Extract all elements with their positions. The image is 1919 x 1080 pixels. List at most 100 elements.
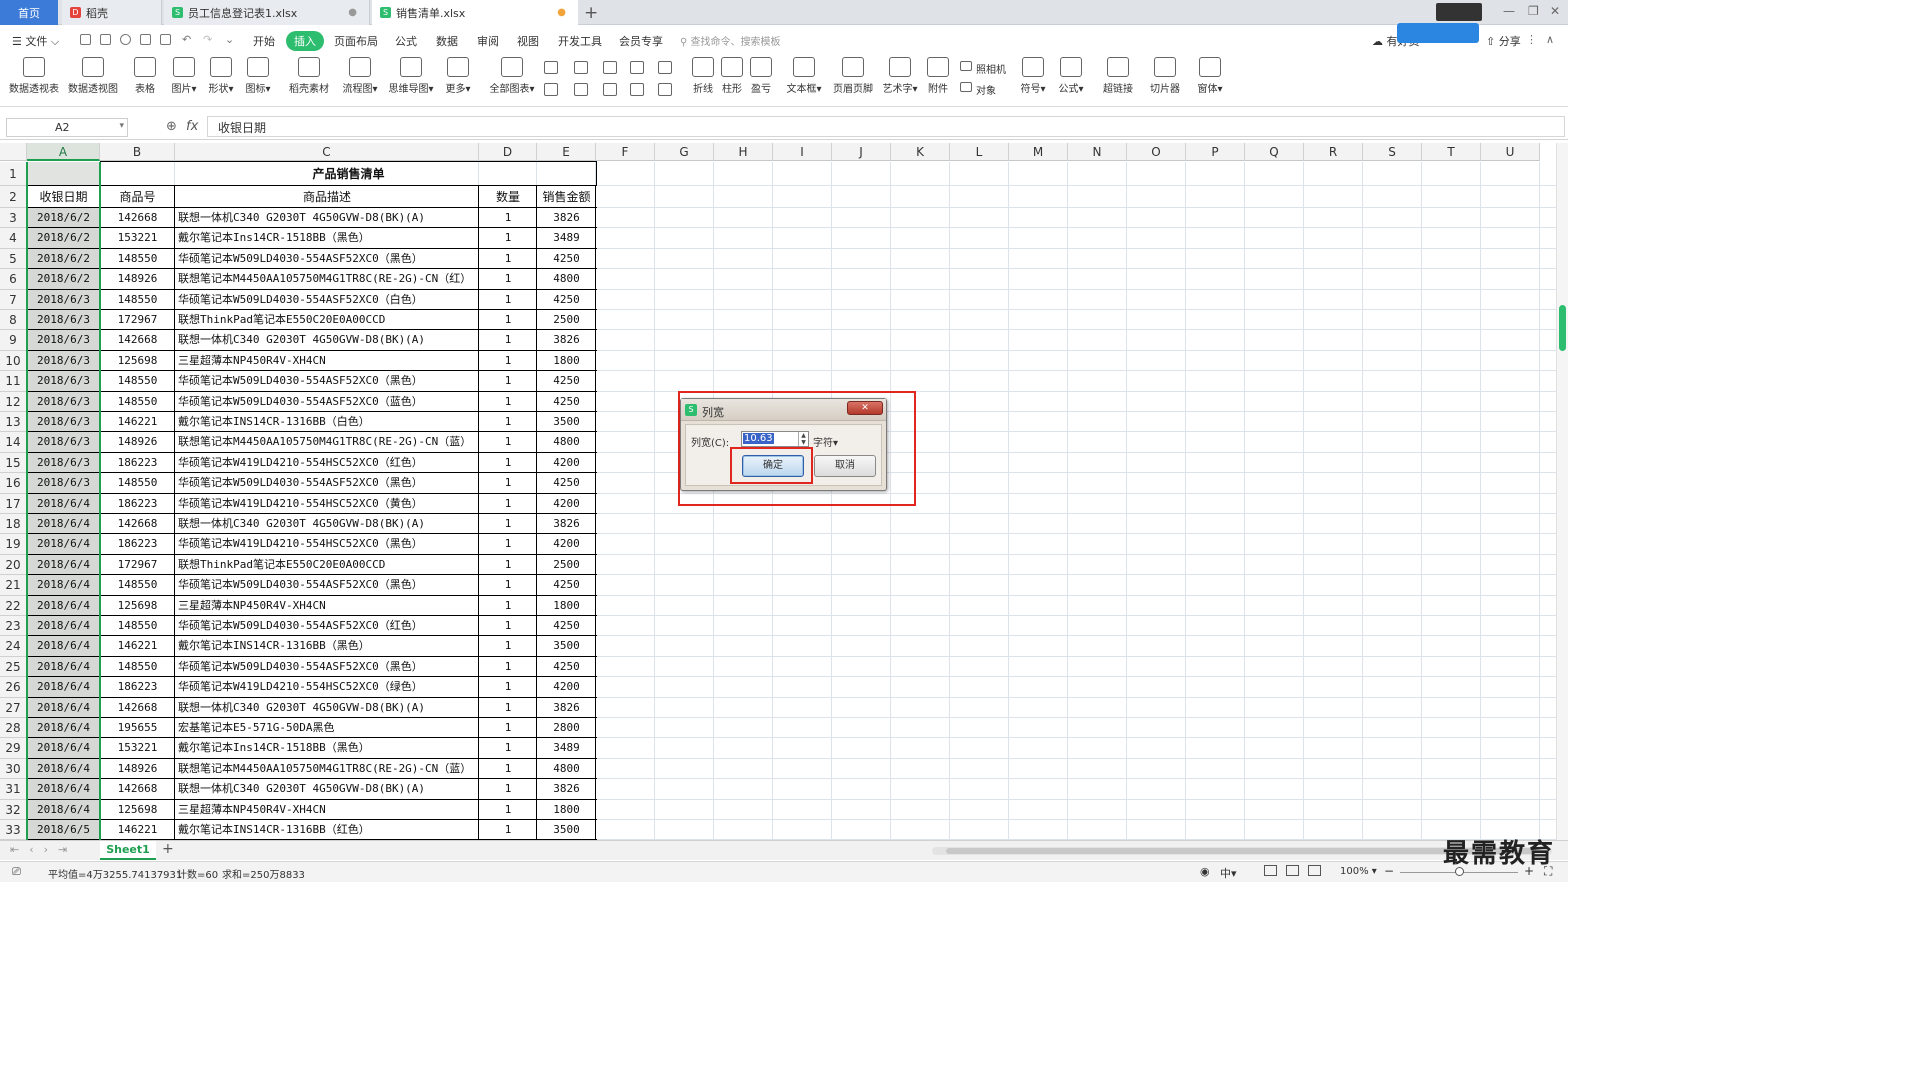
- table-cell[interactable]: 华硕笔记本W419LD4210-554HSC52XC0（黑色）: [175, 534, 479, 555]
- restore-icon[interactable]: ❐: [1528, 4, 1539, 18]
- cancel-button[interactable]: 取消: [814, 455, 876, 477]
- close-window-icon[interactable]: ✕: [1550, 4, 1560, 18]
- table-cell[interactable]: 1: [479, 799, 537, 820]
- table-cell[interactable]: 148550: [100, 575, 175, 596]
- formula-input[interactable]: 收银日期: [207, 116, 1565, 137]
- table-cell[interactable]: 三星超薄本NP450R4V-XH4CN: [175, 350, 479, 371]
- table-cell[interactable]: 142668: [100, 208, 175, 228]
- command-search[interactable]: ⚲ 查找命令、搜索模板: [680, 33, 781, 48]
- table-cell[interactable]: 1: [479, 534, 537, 555]
- table-cell[interactable]: 148550: [100, 391, 175, 412]
- tab-employee-file[interactable]: S 员工信息登记表1.xlsx ●: [164, 0, 370, 25]
- table-cell[interactable]: 148550: [100, 371, 175, 392]
- table-cell[interactable]: 172967: [100, 310, 175, 330]
- menu-start[interactable]: 开始: [253, 33, 275, 49]
- ribbon-pivot-chart[interactable]: 数据透视图: [65, 57, 121, 95]
- column-header-B[interactable]: B: [100, 143, 175, 161]
- table-cell[interactable]: 华硕笔记本W509LD4030-554ASF52XC0（蓝色）: [175, 391, 479, 412]
- table-cell[interactable]: 2800: [537, 718, 596, 738]
- save-icon[interactable]: [100, 34, 111, 45]
- table-cell[interactable]: 148550: [100, 616, 175, 636]
- column-header-I[interactable]: I: [773, 143, 832, 161]
- table-cell[interactable]: 1800: [537, 350, 596, 371]
- table-cell[interactable]: 1: [479, 738, 537, 759]
- table-cell[interactable]: 4800: [537, 758, 596, 779]
- ribbon-flowchart[interactable]: 流程图▾: [332, 57, 388, 95]
- ribbon-all-charts[interactable]: 全部图表▾: [484, 57, 540, 95]
- table-cell[interactable]: 153221: [100, 738, 175, 759]
- table-header[interactable]: 商品描述: [175, 186, 479, 208]
- table-cell[interactable]: 2500: [537, 554, 596, 575]
- table-cell[interactable]: 3500: [537, 636, 596, 657]
- table-cell[interactable]: 1800: [537, 595, 596, 616]
- table-cell[interactable]: 3489: [537, 738, 596, 759]
- row-header-10[interactable]: 10: [0, 350, 27, 372]
- menu-insert[interactable]: 插入: [286, 31, 324, 51]
- row-header-24[interactable]: 24: [0, 636, 27, 657]
- table-cell[interactable]: 联想笔记本M4450AA105750M4G1TR8C(RE-2G)-CN（蓝）: [175, 758, 479, 779]
- table-cell[interactable]: 戴尔笔记本Ins14CR-1518BB（黑色）: [175, 738, 479, 759]
- table-cell[interactable]: 3826: [537, 779, 596, 800]
- row-header-13[interactable]: 13: [0, 412, 27, 433]
- table-cell[interactable]: 1: [479, 677, 537, 698]
- zoom-level[interactable]: 100% ▾: [1340, 866, 1377, 877]
- menu-developer[interactable]: 开发工具: [558, 33, 602, 49]
- table-cell[interactable]: 1: [479, 554, 537, 575]
- table-cell[interactable]: 148926: [100, 432, 175, 453]
- table-header[interactable]: 销售金额: [537, 186, 596, 208]
- ribbon-pivot-table[interactable]: 数据透视表: [6, 57, 62, 95]
- table-cell[interactable]: 4200: [537, 677, 596, 698]
- table-cell[interactable]: 1: [479, 269, 537, 290]
- sheet-tab-sheet1[interactable]: Sheet1: [100, 841, 156, 860]
- table-cell[interactable]: 195655: [100, 718, 175, 738]
- table-cell[interactable]: 146221: [100, 636, 175, 657]
- table-cell[interactable]: 戴尔笔记本Ins14CR-1518BB（黑色）: [175, 228, 479, 249]
- ribbon-icons[interactable]: 图标▾: [230, 57, 286, 95]
- table-cell[interactable]: 联想一体机C340 G2030T 4G50GVW-D8(BK)(A): [175, 779, 479, 800]
- table-cell[interactable]: 1: [479, 208, 537, 228]
- fx-icon[interactable]: fx: [186, 119, 198, 134]
- camera-label[interactable]: 照相机: [976, 61, 1006, 76]
- table-cell[interactable]: 1: [479, 432, 537, 453]
- row-header-15[interactable]: 15: [0, 452, 27, 474]
- column-header-U[interactable]: U: [1481, 143, 1540, 161]
- table-cell[interactable]: 148550: [100, 248, 175, 269]
- table-cell[interactable]: 1: [479, 820, 537, 840]
- column-header-M[interactable]: M: [1009, 143, 1068, 161]
- row-header-22[interactable]: 22: [0, 595, 27, 616]
- menu-view[interactable]: 视图: [517, 33, 539, 49]
- file-menu[interactable]: ☰ 文件 ⌵: [12, 33, 59, 49]
- table-cell[interactable]: 1: [479, 452, 537, 473]
- column-header-H[interactable]: H: [714, 143, 773, 161]
- dialog-close-icon[interactable]: ✕: [847, 401, 883, 415]
- table-cell[interactable]: 186223: [100, 534, 175, 555]
- row-header-4[interactable]: 4: [0, 228, 27, 249]
- chart-type-icon[interactable]: [574, 61, 588, 74]
- ribbon-more[interactable]: 更多▾: [430, 57, 486, 95]
- column-header-C[interactable]: C: [175, 143, 479, 161]
- table-cell[interactable]: 联想ThinkPad笔记本E550C20E0A00CCD: [175, 554, 479, 575]
- table-cell[interactable]: 1: [479, 330, 537, 351]
- add-sheet-icon[interactable]: +: [162, 841, 174, 857]
- object-icon[interactable]: [960, 82, 972, 92]
- table-cell[interactable]: 华硕笔记本W509LD4030-554ASF52XC0（黑色）: [175, 575, 479, 596]
- row-header-6[interactable]: 6: [0, 269, 27, 290]
- table-cell[interactable]: 1: [479, 697, 537, 718]
- ribbon-attachment[interactable]: 附件: [910, 57, 966, 95]
- table-cell[interactable]: 3826: [537, 697, 596, 718]
- column-header-N[interactable]: N: [1068, 143, 1127, 161]
- table-cell[interactable]: 联想ThinkPad笔记本E550C20E0A00CCD: [175, 310, 479, 330]
- table-cell[interactable]: 1: [479, 575, 537, 596]
- chart-type-icon[interactable]: [603, 83, 617, 96]
- table-cell[interactable]: 3500: [537, 820, 596, 840]
- chart-type-icon[interactable]: [603, 61, 617, 74]
- table-cell[interactable]: 4200: [537, 534, 596, 555]
- ribbon-textbox[interactable]: 文本框▾: [776, 57, 832, 95]
- undo-icon[interactable]: ↶: [182, 33, 191, 46]
- table-cell[interactable]: 1: [479, 718, 537, 738]
- table-cell[interactable]: 4250: [537, 289, 596, 310]
- menu-member[interactable]: 会员专享: [619, 33, 663, 49]
- row-header-9[interactable]: 9: [0, 330, 27, 351]
- chart-type-icon[interactable]: [630, 61, 644, 74]
- print-icon[interactable]: [140, 34, 151, 45]
